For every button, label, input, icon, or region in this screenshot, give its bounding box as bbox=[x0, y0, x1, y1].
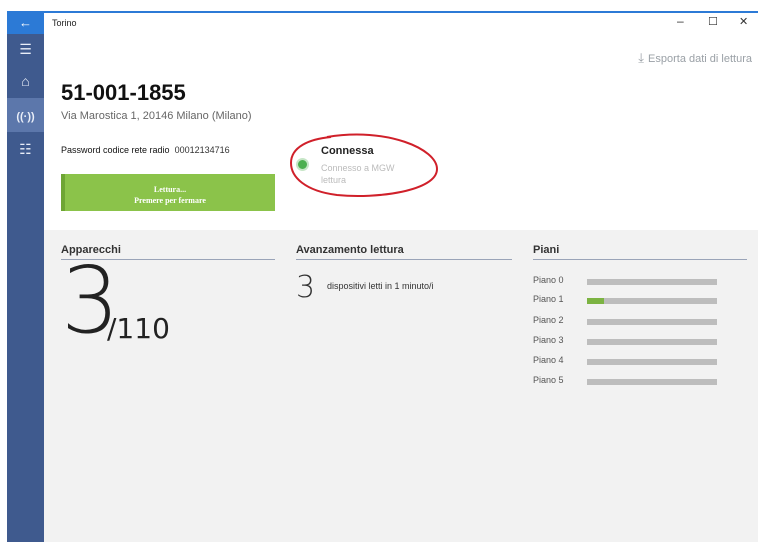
piano-label: Piano 0 bbox=[533, 275, 564, 285]
piano-row: Piano 1 bbox=[533, 294, 719, 308]
home-icon: ⌂ bbox=[21, 73, 30, 89]
list-icon: ☷ bbox=[19, 141, 32, 157]
piano-label: Piano 1 bbox=[533, 294, 564, 304]
piano-label: Piano 5 bbox=[533, 375, 564, 385]
menu-button[interactable]: ☰ bbox=[7, 34, 44, 64]
piano-label: Piano 3 bbox=[533, 335, 564, 345]
password-label: Password codice rete radio bbox=[61, 145, 170, 155]
piano-label: Piano 4 bbox=[533, 355, 564, 365]
piano-label: Piano 2 bbox=[533, 315, 564, 325]
read-button-line2: Premere per fermare bbox=[134, 196, 206, 205]
title-bar: Torino – ☐ ✕ bbox=[44, 12, 758, 34]
radio-antenna-icon: ((·)) bbox=[16, 111, 35, 123]
close-button[interactable]: ✕ bbox=[739, 15, 748, 28]
nav-home[interactable]: ⌂ bbox=[7, 64, 44, 98]
piani-divider bbox=[533, 259, 747, 260]
nav-rail: ← ☰ ⌂ ((·)) ☷ bbox=[7, 12, 44, 542]
progress-count: 3 bbox=[296, 270, 316, 305]
piano-row: Piano 3 bbox=[533, 335, 719, 349]
piani-title: Piani bbox=[533, 244, 560, 256]
piano-progress-bar bbox=[587, 279, 717, 285]
piano-progress-fill bbox=[587, 298, 604, 304]
progress-title: Avanzamento lettura bbox=[296, 244, 404, 256]
export-button[interactable]: ⤓ Esporta dati di lettura bbox=[638, 50, 752, 66]
device-code: 51-001-1855 bbox=[61, 80, 186, 105]
download-icon: ⤓ bbox=[638, 50, 645, 65]
read-button-line1: Lettura... bbox=[153, 185, 187, 194]
apparecchi-total: /110 bbox=[107, 312, 170, 345]
password-row: Password codice rete radio 00012134716 bbox=[61, 145, 230, 155]
piano-progress-bar bbox=[587, 379, 717, 385]
piano-row: Piano 4 bbox=[533, 355, 719, 369]
maximize-button[interactable]: ☐ bbox=[708, 15, 718, 28]
progress-divider bbox=[296, 259, 512, 260]
progress-text: dispositivi letti in 1 minuto/i bbox=[327, 281, 434, 291]
piano-progress-bar bbox=[587, 319, 717, 325]
connection-status-label: Connessa bbox=[321, 145, 374, 157]
connection-detail: Connesso a MGW lettura bbox=[321, 163, 395, 185]
piano-row: Piano 2 bbox=[533, 315, 719, 329]
nav-list[interactable]: ☷ bbox=[7, 132, 44, 166]
read-button[interactable]: Lettura... Premere per fermare bbox=[61, 174, 275, 211]
piano-progress-bar bbox=[587, 298, 717, 304]
piano-progress-bar bbox=[587, 359, 717, 365]
piano-progress-bar bbox=[587, 339, 717, 345]
back-button[interactable]: ← bbox=[7, 12, 44, 34]
piano-row: Piano 0 bbox=[533, 275, 719, 289]
address: Via Marostica 1, 20146 Milano (Milano) bbox=[61, 110, 252, 122]
export-label: Esporta dati di lettura bbox=[648, 53, 752, 65]
hamburger-icon: ☰ bbox=[19, 41, 32, 57]
back-arrow-icon: ← bbox=[19, 15, 32, 30]
connected-status-icon bbox=[296, 158, 309, 171]
piano-row: Piano 5 bbox=[533, 375, 719, 389]
minimize-button[interactable]: – bbox=[677, 14, 684, 28]
password-value: 00012134716 bbox=[174, 145, 230, 155]
window-title: Torino bbox=[52, 18, 77, 28]
nav-radio[interactable]: ((·)) bbox=[7, 98, 44, 132]
